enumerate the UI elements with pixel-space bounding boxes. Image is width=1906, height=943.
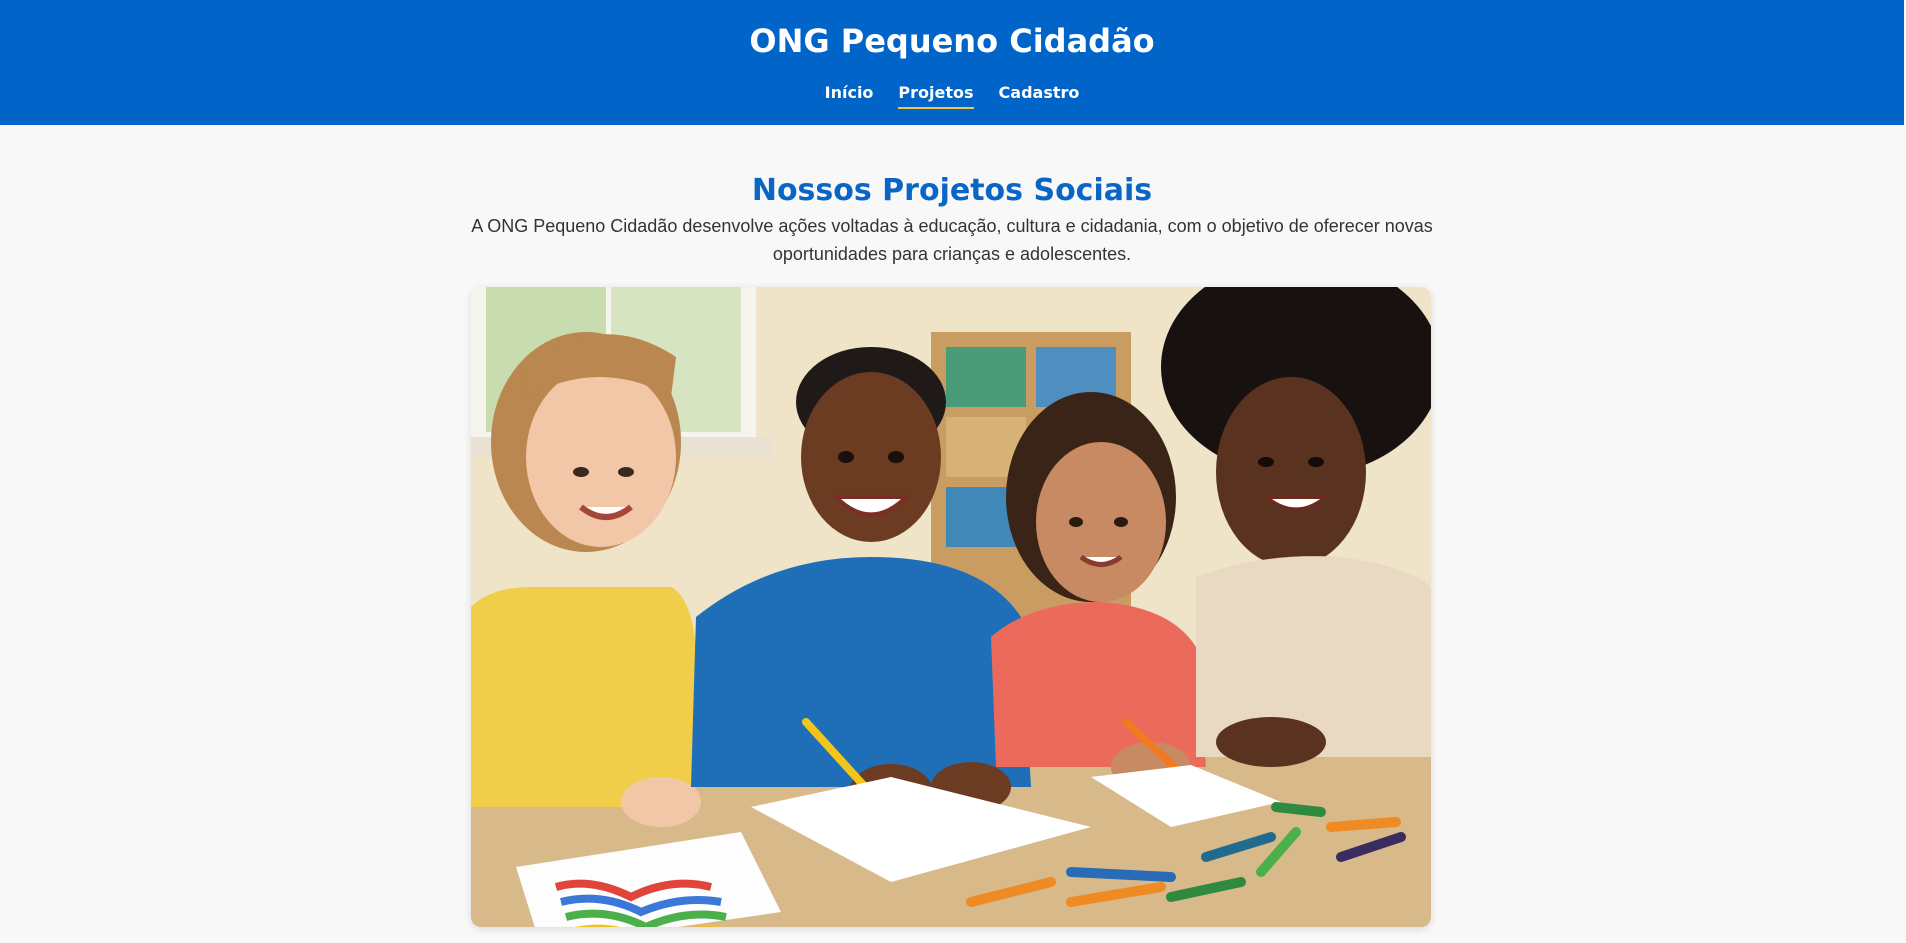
project-photo <box>471 287 1431 927</box>
section-description: A ONG Pequeno Cidadão desenvolve ações v… <box>471 216 1433 264</box>
nav-link-inicio[interactable]: Início <box>825 82 874 109</box>
nav-link-cadastro[interactable]: Cadastro <box>999 82 1080 109</box>
site-header: ONG Pequeno Cidadão Início Projetos Cada… <box>0 0 1904 125</box>
nav-link-projetos[interactable]: Projetos <box>898 82 974 109</box>
main-nav: Início Projetos Cadastro <box>0 82 1904 109</box>
section-title: Nossos Projetos Sociais <box>751 173 1153 208</box>
children-drawing-illustration <box>471 287 1431 927</box>
site-title: ONG Pequeno Cidadão <box>749 22 1155 60</box>
